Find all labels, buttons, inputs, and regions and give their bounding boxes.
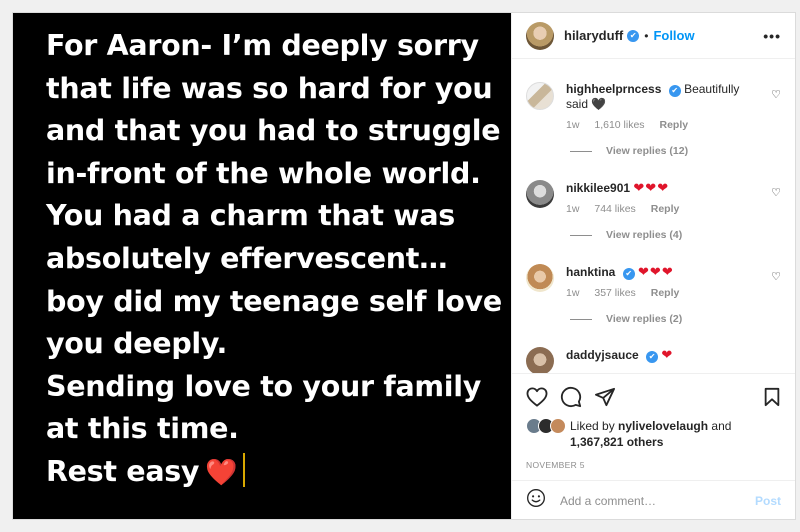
note-line-8: you deeply. xyxy=(46,327,228,361)
commenter-avatar[interactable] xyxy=(526,82,554,110)
save-bookmark-icon[interactable] xyxy=(763,387,781,407)
view-replies-label: View replies (4) xyxy=(606,229,683,241)
post-actions: Liked by nylivelovelaugh and 1,367,821 o… xyxy=(512,373,795,519)
comment-like-heart-icon[interactable]: ♡ xyxy=(771,270,781,283)
comment-body: highheelprncess ✔ Beautifully said 🖤 1w … xyxy=(566,82,756,131)
verified-badge-icon: ✔ xyxy=(668,85,681,97)
post-comment-button[interactable]: Post xyxy=(755,494,781,508)
comment-likes[interactable]: 744 likes xyxy=(594,203,635,215)
liker-avatars xyxy=(526,418,570,434)
replies-divider xyxy=(570,318,592,320)
emoji-smiley-icon[interactable] xyxy=(526,488,546,513)
verified-badge-icon: ✔ xyxy=(622,268,635,280)
comment-text: hanktina ✔ ❤❤❤ xyxy=(566,264,756,280)
commenter-username[interactable]: hanktina xyxy=(566,265,615,279)
replies-divider xyxy=(570,234,592,236)
commenter-avatar[interactable] xyxy=(526,264,554,292)
post-date[interactable]: NOVEMBER 5 xyxy=(512,450,795,470)
comment-meta: 1w 744 likes Reply xyxy=(566,203,756,215)
comment-item: hanktina ✔ ❤❤❤ 1w 357 likes Reply ♡ xyxy=(526,264,781,299)
like-heart-icon[interactable] xyxy=(526,387,548,407)
comment-like-heart-icon[interactable]: ♡ xyxy=(771,88,781,101)
note-line-5: You had a charm that was xyxy=(46,199,455,233)
comment-bubble-icon[interactable] xyxy=(560,386,582,408)
note-line-3: and that you had to struggle xyxy=(46,114,501,148)
view-replies-button[interactable]: View replies (12) xyxy=(570,145,781,157)
comment-likes[interactable]: 1,610 likes xyxy=(594,119,644,131)
note-line-2: that life was so hard for you xyxy=(46,71,493,105)
comment-input[interactable] xyxy=(558,492,755,509)
note-line-1: For Aaron- I’m deeply sorry xyxy=(46,29,479,62)
verified-badge-icon: ✔ xyxy=(646,351,659,363)
others-count[interactable]: 1,367,821 others xyxy=(570,435,663,449)
reply-button[interactable]: Reply xyxy=(651,203,680,215)
liked-by-user[interactable]: nylivelovelaugh xyxy=(618,419,708,433)
note-line-6: absolutely effervescent… xyxy=(46,241,448,275)
commenter-username[interactable]: highheelprncess xyxy=(566,82,661,96)
commenter-username[interactable]: nikkilee901 xyxy=(566,181,630,195)
text-cursor xyxy=(243,452,246,487)
comment-text: daddyjsauce ✔ ❤ xyxy=(566,347,756,363)
view-replies-label: View replies (2) xyxy=(606,313,683,325)
comment-meta: 1w 357 likes Reply xyxy=(566,287,756,299)
commenter-avatar[interactable] xyxy=(526,347,554,373)
view-replies-button[interactable]: View replies (2) xyxy=(570,313,781,325)
commenter-avatar[interactable] xyxy=(526,180,554,208)
liked-by-text: Liked by nylivelovelaugh and 1,367,821 o… xyxy=(570,418,731,450)
comment-body: daddyjsauce ✔ ❤ xyxy=(566,347,756,373)
liker-avatar xyxy=(550,418,566,434)
action-bar xyxy=(512,374,795,410)
comments-list[interactable]: highheelprncess ✔ Beautifully said 🖤 1w … xyxy=(512,60,795,373)
share-paper-plane-icon[interactable] xyxy=(594,387,616,407)
note-line-7: boy did my teenage self love xyxy=(46,284,502,318)
note-line-11: Rest easy ❤️ xyxy=(46,451,495,495)
comment-text: nikkilee901 ❤❤❤ xyxy=(566,180,756,196)
note-last-text: Rest easy xyxy=(46,454,200,488)
verified-badge-icon: ✔ xyxy=(627,29,640,42)
red-heart-emoji: ❤ xyxy=(661,347,674,362)
post-header: hilaryduff ✔ • Follow ••• xyxy=(512,13,795,59)
reply-button[interactable]: Reply xyxy=(659,119,688,131)
reply-button[interactable]: Reply xyxy=(651,287,680,299)
note-line-9: Sending love to your family xyxy=(46,369,482,403)
author-username[interactable]: hilaryduff xyxy=(564,28,623,43)
comment-likes[interactable]: 357 likes xyxy=(594,287,635,299)
comment-text: highheelprncess ✔ Beautifully said 🖤 xyxy=(566,82,756,112)
comment-time: 1w xyxy=(566,203,580,215)
comment-item: highheelprncess ✔ Beautifully said 🖤 1w … xyxy=(526,82,781,131)
likes-summary: Liked by nylivelovelaugh and 1,367,821 o… xyxy=(512,410,795,450)
replies-divider xyxy=(570,150,592,152)
note-line-10: at this time. xyxy=(46,412,239,446)
commenter-username[interactable]: daddyjsauce xyxy=(566,348,639,362)
comment-meta: 1w 1,610 likes Reply xyxy=(566,119,756,131)
black-heart-emoji: 🖤 xyxy=(591,97,607,111)
comment-like-heart-icon[interactable]: ♡ xyxy=(771,186,781,199)
post-image[interactable]: For Aaron- I’m deeply sorry that life wa… xyxy=(13,13,511,519)
follow-button[interactable]: Follow xyxy=(653,28,694,43)
comment-body: hanktina ✔ ❤❤❤ 1w 357 likes Reply xyxy=(566,264,756,299)
more-options-icon[interactable]: ••• xyxy=(763,28,781,44)
comment-body: nikkilee901 ❤❤❤ 1w 744 likes Reply xyxy=(566,180,756,215)
comment-time: 1w xyxy=(566,119,580,131)
red-heart-emoji: ❤️ xyxy=(205,457,238,488)
comment-item: daddyjsauce ✔ ❤ xyxy=(526,347,781,373)
note-line-4: in-front of the whole world. xyxy=(46,156,481,190)
view-replies-label: View replies (12) xyxy=(606,145,689,157)
comment-time: 1w xyxy=(566,287,580,299)
post-side-panel: hilaryduff ✔ • Follow ••• highheelprnces… xyxy=(511,13,795,519)
liked-by-and: and xyxy=(711,419,732,433)
view-replies-button[interactable]: View replies (4) xyxy=(570,229,781,241)
red-hearts-emoji: ❤❤❤ xyxy=(633,180,670,195)
instagram-post-frame: For Aaron- I’m deeply sorry that life wa… xyxy=(12,12,796,520)
add-comment-bar: Post xyxy=(512,480,795,519)
red-hearts-emoji: ❤❤❤ xyxy=(638,264,674,279)
header-separator: • xyxy=(644,28,649,43)
comment-item: nikkilee901 ❤❤❤ 1w 744 likes Reply ♡ xyxy=(526,180,781,215)
liked-by-prefix: Liked by xyxy=(570,419,615,433)
author-avatar[interactable] xyxy=(526,21,554,50)
